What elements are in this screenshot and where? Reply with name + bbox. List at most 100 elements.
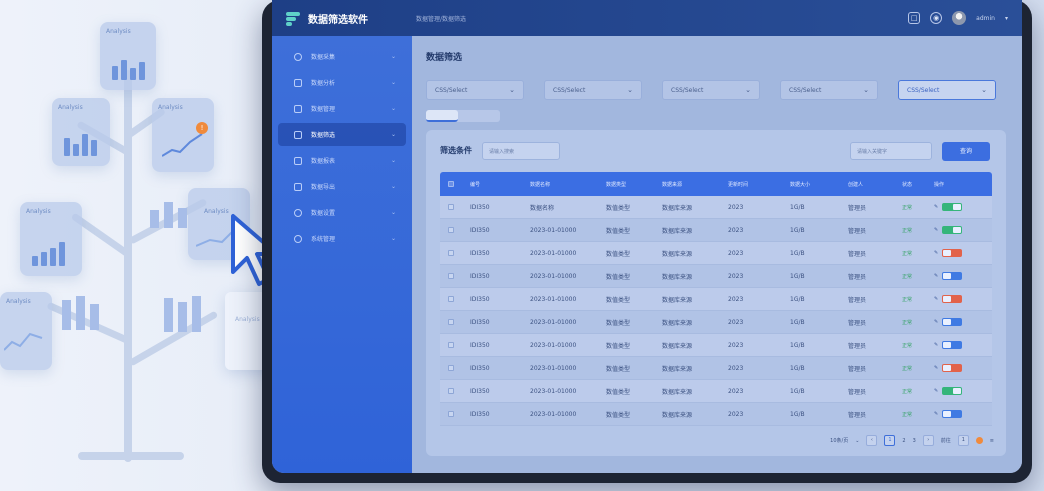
page-button-3[interactable]: 3 [913, 438, 916, 444]
cell-size: 1G/B [790, 272, 805, 280]
page-size-select[interactable]: 10条/页 [830, 437, 848, 444]
sidebar-item-collect[interactable]: 数据采集 ⌄ [278, 45, 406, 68]
sidebar-item-analysis[interactable]: 数据分析 ⌄ [278, 71, 406, 94]
notification-badge-icon: ! [196, 122, 208, 134]
edit-icon[interactable]: ✎ [934, 342, 938, 348]
edit-icon[interactable]: ✎ [934, 273, 938, 279]
column-header[interactable]: 状态 [902, 181, 934, 188]
chevron-down-icon: ⌄ [390, 131, 396, 138]
row-checkbox[interactable] [440, 342, 470, 348]
column-header[interactable]: 更新时间 [728, 181, 790, 188]
cell-size: 1G/B [790, 203, 805, 211]
search-button[interactable]: 查询 [942, 142, 990, 161]
toggle-switch[interactable] [942, 341, 963, 349]
cell-name: 2023-01-01000 [530, 295, 577, 303]
cell-name: 2023-01-01000 [530, 341, 577, 349]
row-checkbox[interactable] [440, 388, 470, 394]
edit-icon[interactable]: ✎ [934, 319, 938, 325]
table-row[interactable]: IDI350 2023-01-01000 数值类型 数据库来源 2023 1G/B 管理员 正… [440, 357, 992, 380]
edit-icon[interactable]: ✎ [934, 227, 938, 233]
avatar[interactable] [952, 11, 967, 25]
toggle-switch[interactable] [942, 249, 963, 257]
column-header[interactable]: 创建人 [848, 181, 902, 188]
filter-select-5[interactable]: CSS/Select ⌄ [898, 80, 996, 100]
select-all-checkbox[interactable] [440, 181, 470, 187]
toggle-switch[interactable] [942, 410, 963, 418]
edit-icon[interactable]: ✎ [934, 411, 938, 417]
filter-select-4[interactable]: CSS/Select ⌄ [780, 80, 878, 100]
cell-source: 数据库来源 [662, 319, 693, 327]
table-row[interactable]: IDI350 2023-01-01000 数值类型 数据库来源 2023 1G/B 管理员 正… [440, 334, 992, 357]
edit-icon[interactable]: ✎ [934, 204, 938, 210]
page-button-1[interactable]: 1 [884, 435, 896, 446]
toggle-switch[interactable] [942, 364, 963, 372]
cell-type: 数值类型 [606, 296, 631, 304]
toggle-switch[interactable] [942, 203, 963, 211]
edit-icon[interactable]: ✎ [934, 388, 938, 394]
toggle-switch[interactable] [942, 318, 963, 326]
goto-input[interactable]: 1 [957, 435, 969, 446]
sidebar-item-report[interactable]: 数据报表 ⌄ [278, 149, 406, 172]
row-checkbox[interactable] [440, 319, 470, 325]
filter-select-1[interactable]: CSS/Select ⌄ [426, 80, 524, 100]
cell-actions: ✎ [934, 341, 984, 349]
table-row[interactable]: IDI350 2023-01-01000 数值类型 数据库来源 2023 1G/B 管理员 正… [440, 219, 992, 242]
notification-dot-icon [975, 437, 983, 444]
column-header[interactable]: 数据来源 [662, 181, 728, 188]
tree-base [78, 452, 184, 460]
user-name[interactable]: admin [976, 15, 995, 22]
column-header[interactable]: 编号 [470, 181, 530, 188]
chart-card-label: Analysis [6, 298, 31, 305]
tab-active[interactable] [426, 110, 458, 122]
table-row[interactable]: IDI350 2023-01-01000 数值类型 数据库来源 2023 1G/B 管理员 正… [440, 380, 992, 403]
table-row[interactable]: IDI350 2023-01-01000 数值类型 数据库来源 2023 1G/B 管理员 正… [440, 403, 992, 426]
toggle-switch[interactable] [942, 272, 963, 280]
select-value: CSS/Select [553, 86, 586, 94]
search-input[interactable]: 请输入搜索 [482, 142, 560, 160]
row-checkbox[interactable] [440, 273, 470, 279]
cell-source: 数据库来源 [662, 227, 693, 235]
edit-icon[interactable]: ✎ [934, 296, 938, 302]
column-header[interactable]: 数据名称 [530, 181, 606, 188]
table-row[interactable]: IDI350 2023-01-01000 数值类型 数据库来源 2023 1G/B 管理员 正… [440, 288, 992, 311]
breadcrumb[interactable]: 数据管理/数据筛选 [416, 14, 466, 23]
settings-icon[interactable]: ◉ [930, 12, 943, 24]
table-row[interactable]: IDI350 2023-01-01000 数值类型 数据库来源 2023 1G/B 管理员 正… [440, 265, 992, 288]
column-header[interactable]: 操作 [934, 181, 984, 188]
table-row[interactable]: IDI350 2023-01-01000 数值类型 数据库来源 2023 1G/B 管理员 正… [440, 311, 992, 334]
row-checkbox[interactable] [440, 250, 470, 256]
chart-card: Analysis [0, 292, 52, 370]
sidebar-item-filter[interactable]: 数据筛选 ⌄ [278, 123, 406, 146]
toggle-switch[interactable] [942, 295, 963, 303]
filter-select-2[interactable]: CSS/Select ⌄ [544, 80, 642, 100]
sidebar-item-settings[interactable]: 数据设置 ⌄ [278, 201, 406, 224]
page-button-2[interactable]: 2 [902, 438, 905, 444]
filter-select-3[interactable]: CSS/Select ⌄ [662, 80, 760, 100]
row-checkbox[interactable] [440, 365, 470, 371]
next-page-button[interactable]: › [922, 435, 934, 446]
column-header[interactable]: 数据类型 [606, 181, 662, 188]
prev-page-button[interactable]: ‹ [866, 435, 878, 446]
chevron-down-icon: ⌄ [390, 105, 396, 112]
chevron-down-icon[interactable]: ⌄ [855, 438, 859, 444]
toggle-switch[interactable] [942, 387, 963, 395]
column-header[interactable]: 数据大小 [790, 181, 848, 188]
menu-icon[interactable]: ≡ [990, 438, 994, 444]
edit-icon[interactable]: ✎ [934, 250, 938, 256]
cell-time: 2023 [728, 387, 744, 395]
table-row[interactable]: IDI350 数据名称 数值类型 数据库来源 2023 1G/B 管理员 正常 ✎ [440, 196, 992, 219]
sidebar-item-system[interactable]: 系统管理 ⌄ [278, 227, 406, 250]
toggle-switch[interactable] [942, 226, 963, 234]
fullscreen-icon[interactable]: □ [908, 12, 921, 24]
row-checkbox[interactable] [440, 204, 470, 210]
chevron-down-icon[interactable]: ▾ [1005, 15, 1008, 22]
sidebar-item-manage[interactable]: 数据管理 ⌄ [278, 97, 406, 120]
sidebar-item-export[interactable]: 数据导出 ⌄ [278, 175, 406, 198]
row-checkbox[interactable] [440, 227, 470, 233]
status-badge: 正常 [902, 296, 913, 303]
row-checkbox[interactable] [440, 411, 470, 417]
table-row[interactable]: IDI350 2023-01-01000 数值类型 数据库来源 2023 1G/B 管理员 正… [440, 242, 992, 265]
row-checkbox[interactable] [440, 296, 470, 302]
edit-icon[interactable]: ✎ [934, 365, 938, 371]
keyword-input[interactable]: 请输入关键字 [850, 142, 932, 160]
